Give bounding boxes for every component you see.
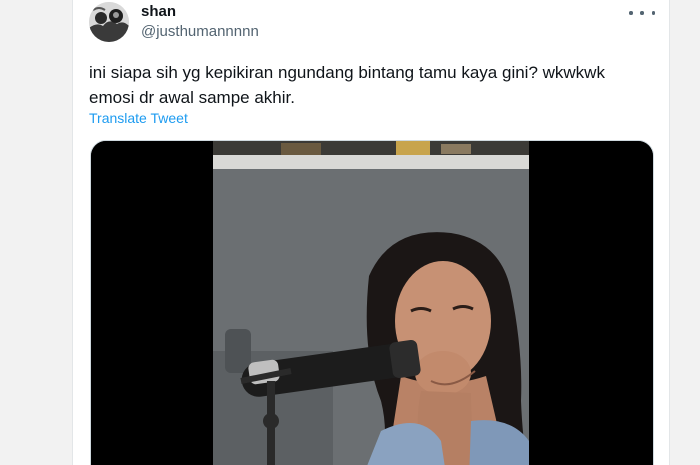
video-frame (91, 141, 653, 465)
tweet-text-line: ini siapa sih yg kepikiran ngundang bint… (89, 63, 605, 82)
author-name[interactable]: shan (141, 3, 176, 20)
tweet-text-line: emosi dr awal sampe akhir. (89, 88, 295, 107)
translate-tweet-link[interactable]: Translate Tweet (89, 110, 188, 126)
tweet-video[interactable] (90, 140, 654, 465)
avatar[interactable] (89, 2, 129, 42)
avatar-image (89, 2, 129, 42)
more-horizontal-icon[interactable] (629, 4, 655, 22)
tweet-card[interactable]: shan @justhumannnnn ini siapa sih yg kep… (72, 0, 670, 465)
tweet-text: ini siapa sih yg kepikiran ngundang bint… (89, 60, 649, 110)
author-handle[interactable]: @justhumannnnn (141, 23, 259, 40)
